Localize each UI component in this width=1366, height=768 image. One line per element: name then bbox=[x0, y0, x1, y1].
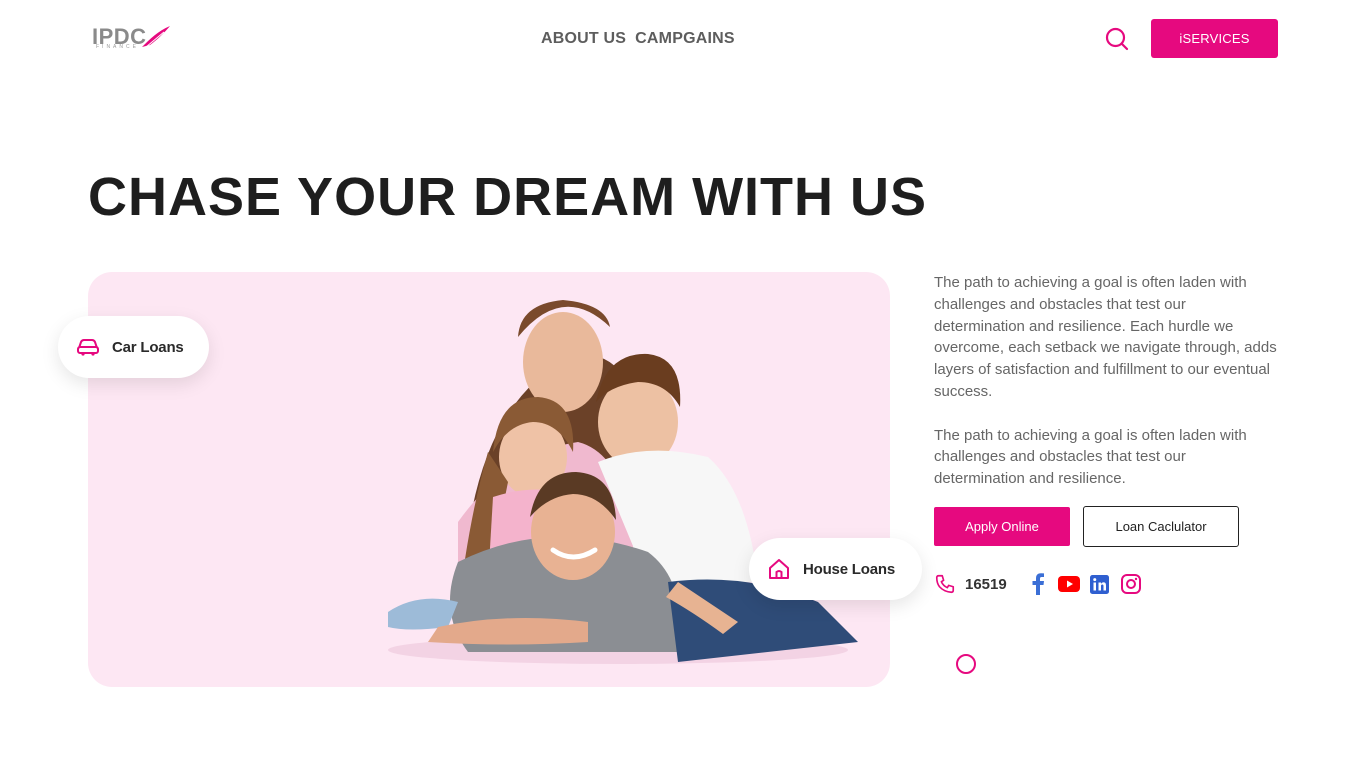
logo[interactable]: IPDC FINANCE bbox=[92, 24, 174, 52]
logo-subtext: FINANCE bbox=[96, 44, 139, 50]
logo-swoosh-icon bbox=[142, 26, 170, 48]
nav-item-campaigns[interactable]: CAMPGAINS bbox=[635, 30, 735, 48]
search-button[interactable] bbox=[1104, 26, 1130, 52]
car-icon bbox=[77, 339, 99, 356]
house-icon bbox=[769, 559, 789, 579]
apply-online-button[interactable]: Apply Online bbox=[934, 507, 1070, 546]
hero-title: CHASE YOUR DREAM WITH US bbox=[88, 167, 928, 227]
description-paragraph: The path to achieving a goal is often la… bbox=[934, 274, 1277, 400]
hero-description: The path to achieving a goal is often la… bbox=[934, 272, 1279, 490]
phone-icon bbox=[935, 574, 955, 594]
instagram-link[interactable] bbox=[1120, 573, 1142, 595]
linkedin-link[interactable] bbox=[1089, 573, 1111, 595]
car-loans-label: Car Loans bbox=[112, 338, 184, 356]
contact-row: 16519 bbox=[934, 572, 1151, 596]
loan-calculator-button[interactable]: Loan Caclulator bbox=[1083, 506, 1239, 547]
carousel-indicator[interactable] bbox=[956, 654, 976, 674]
youtube-link[interactable] bbox=[1057, 573, 1080, 595]
description-paragraph: The path to achieving a goal is often la… bbox=[934, 426, 1247, 488]
facebook-icon bbox=[1032, 573, 1044, 595]
youtube-icon bbox=[1057, 576, 1080, 592]
house-loans-label: House Loans bbox=[803, 560, 895, 578]
hero-image-panel bbox=[88, 272, 890, 687]
iservices-button[interactable]: iSERVICES bbox=[1151, 19, 1278, 58]
facebook-link[interactable] bbox=[1027, 573, 1049, 595]
nav-item-about-us[interactable]: ABOUT US bbox=[541, 30, 626, 48]
linkedin-icon bbox=[1090, 574, 1110, 594]
phone-number[interactable]: 16519 bbox=[965, 576, 1007, 593]
search-icon bbox=[1105, 27, 1129, 51]
main-nav: ABOUT US CAMPGAINS bbox=[541, 30, 735, 48]
house-loans-chip[interactable]: House Loans bbox=[749, 538, 922, 600]
car-loans-chip[interactable]: Car Loans bbox=[58, 316, 209, 378]
family-photo bbox=[388, 300, 858, 664]
instagram-icon bbox=[1120, 574, 1141, 594]
